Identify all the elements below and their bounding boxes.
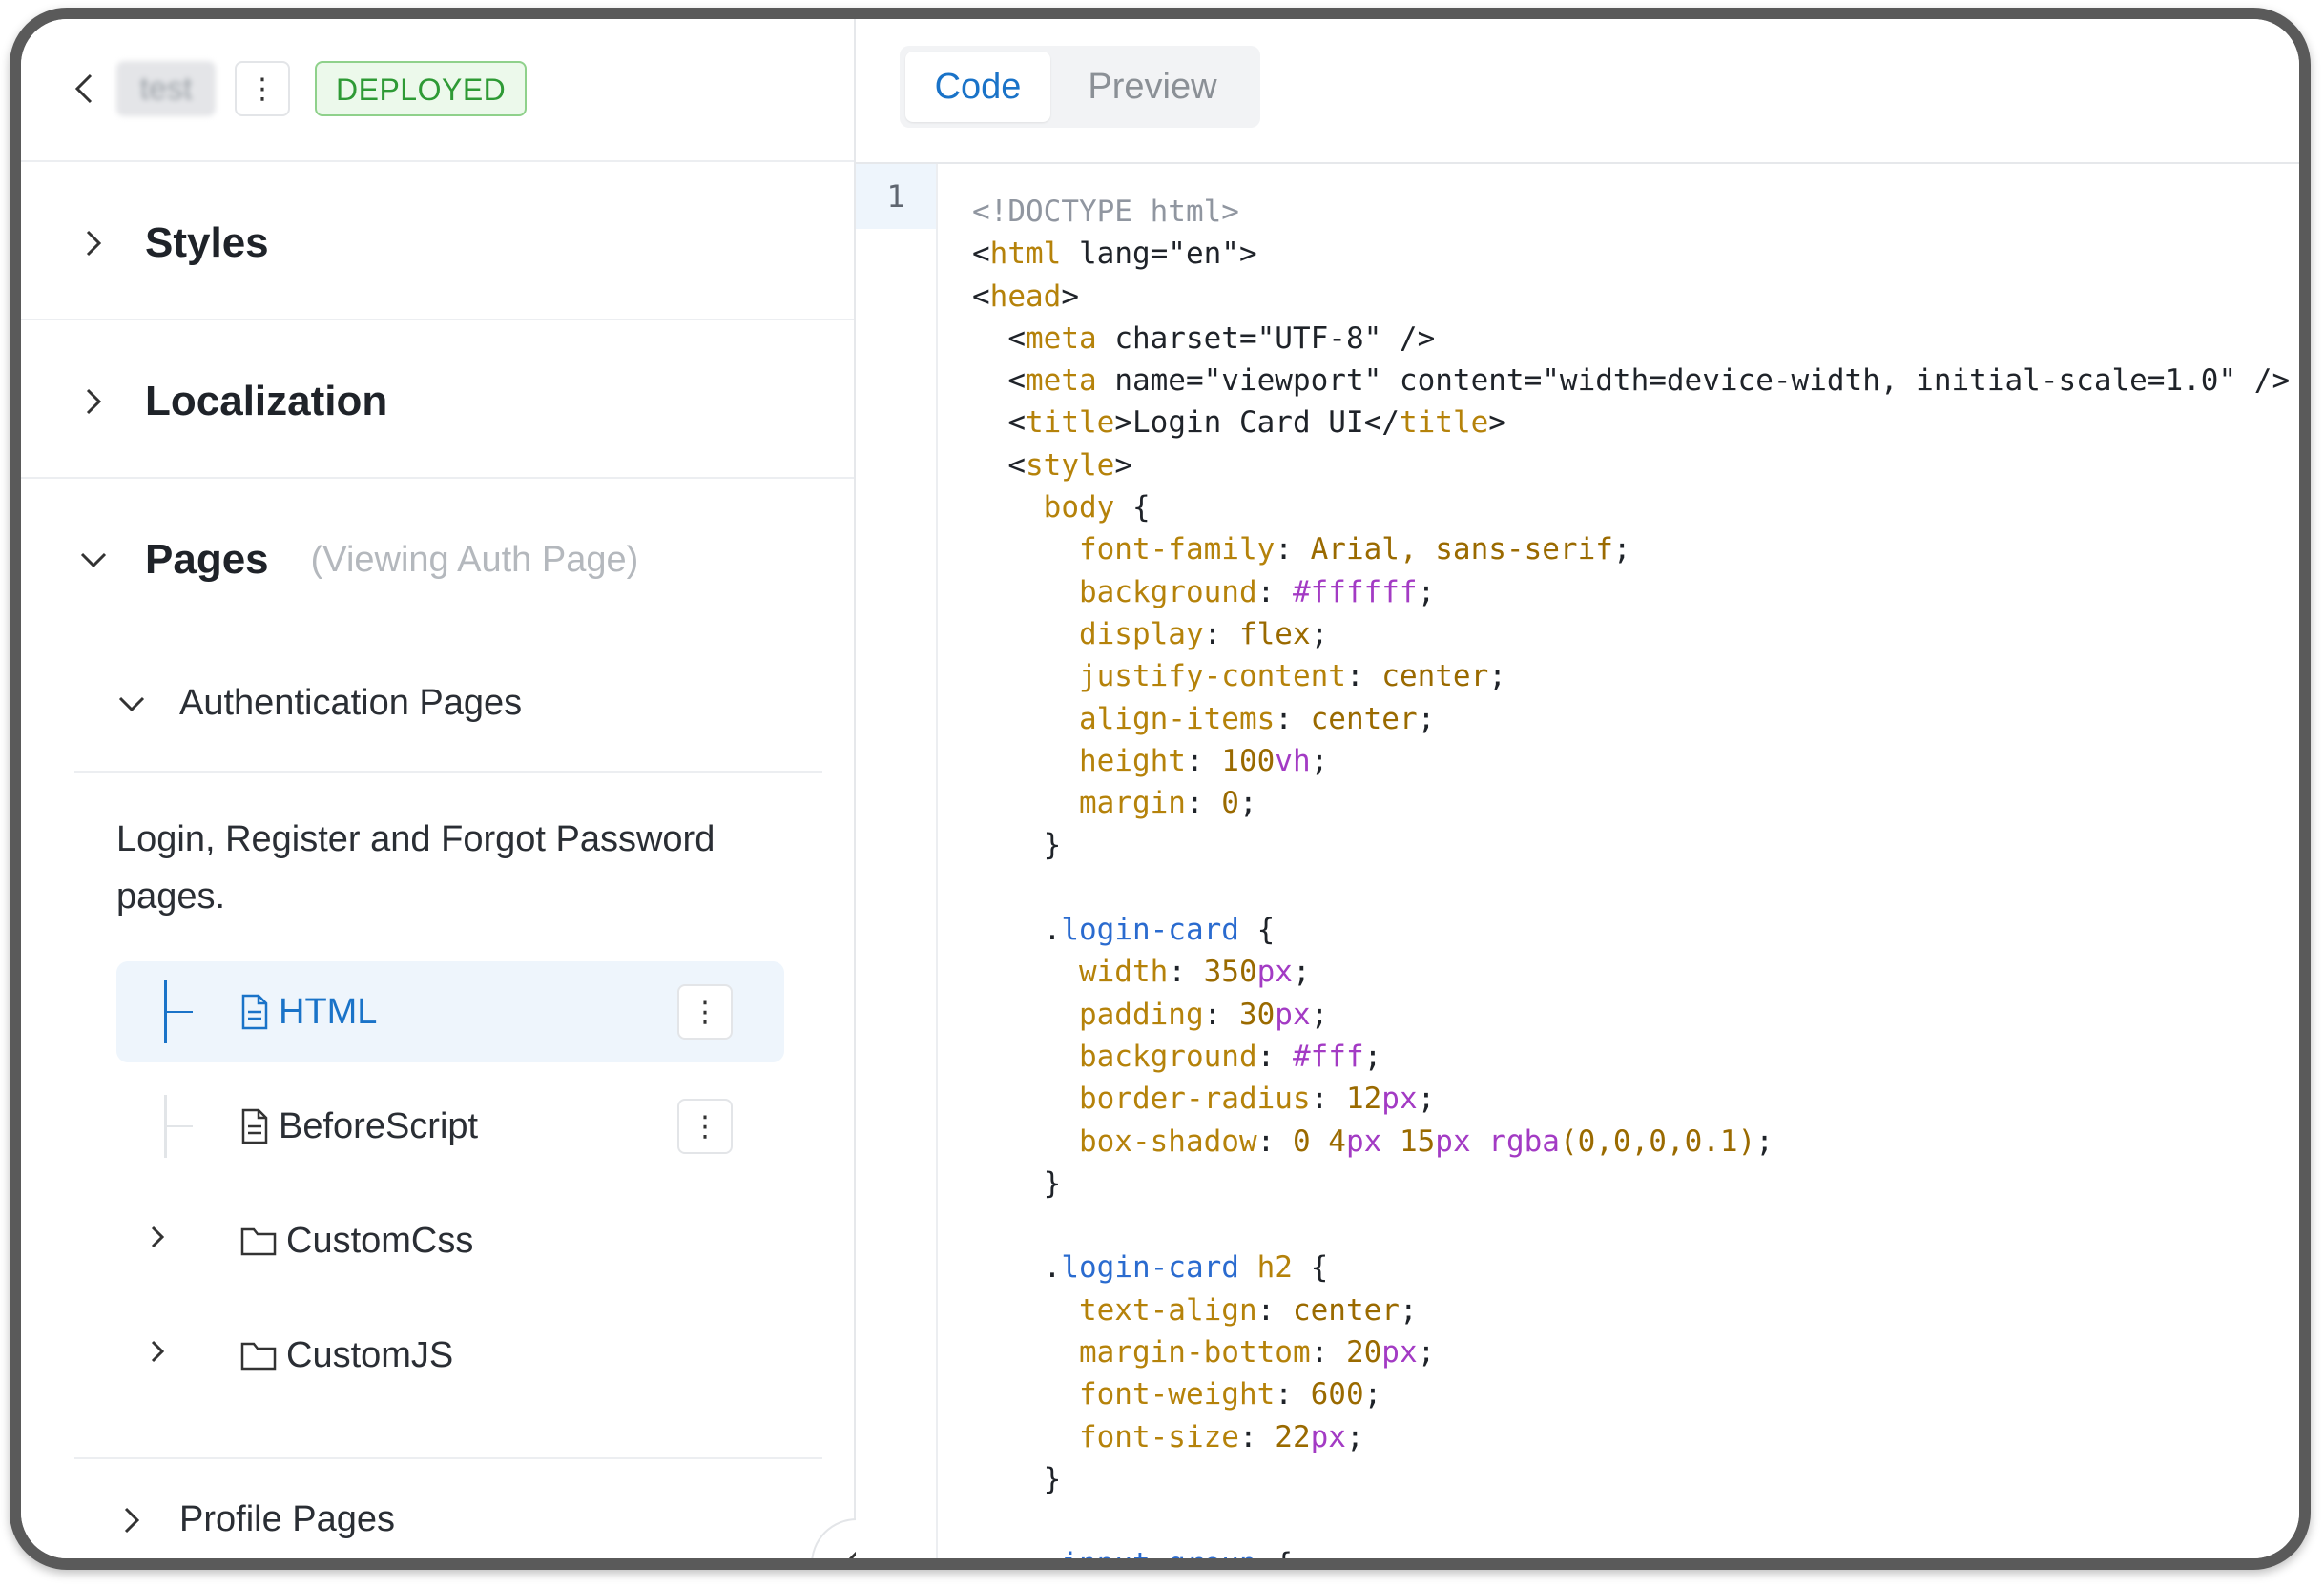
code-line: <meta name="viewport" content="width=dev… (1007, 363, 2291, 399)
section-localization: Localization (21, 320, 854, 479)
chevron-down-icon (113, 685, 151, 723)
section-title: Localization (145, 378, 388, 424)
tree-item-label: HTML (279, 991, 378, 1032)
code-line: <!DOCTYPE html> (972, 195, 1239, 229)
code-line: font-size: 22px; (1078, 1419, 1364, 1454)
code-line: margin-bottom: 20px; (1078, 1335, 1436, 1371)
line-number-gutter: 1 (856, 164, 938, 1558)
tree-item-beforescript[interactable]: BeforeScript ⋮ (116, 1076, 784, 1177)
code-line: <meta charset="UTF-8" /> (1007, 320, 1436, 356)
code-line: .login-card h2 { (1043, 1250, 1329, 1286)
tree-item-label: CustomJS (286, 1334, 454, 1375)
group-authentication-pages[interactable]: Authentication Pages (113, 683, 522, 724)
code-line: <style> (1007, 447, 1132, 483)
code-line: <head> (972, 278, 1079, 314)
code-line: box-shadow: 0 4px 15px rgba(0,0,0,0.1); (1078, 1123, 1774, 1159)
code-line: font-weight: 600; (1078, 1377, 1382, 1412)
tree-connector (164, 1125, 193, 1127)
chevron-right-icon (151, 1340, 165, 1363)
code-line: background: #ffffff; (1078, 574, 1436, 609)
line-number: 1 (886, 178, 905, 215)
section-localization-toggle[interactable]: Localization (74, 378, 387, 425)
view-tabs: Code Preview (900, 46, 1260, 128)
code-line: justify-content: center; (1078, 659, 1506, 694)
editor-panel: Code Preview 1 <!DOCTYPE html> <html lang… (856, 19, 2299, 1558)
group-description: Login, Register and Forgot Password page… (116, 819, 716, 917)
tab-preview[interactable]: Preview (1050, 52, 1255, 122)
section-styles: Styles (21, 162, 854, 320)
code-line: text-align: center; (1078, 1292, 1418, 1328)
tree-connector (164, 1011, 193, 1013)
tree-item-html[interactable]: HTML ⋮ (116, 961, 784, 1062)
more-vertical-icon: ⋮ (248, 72, 277, 105)
group-title: Authentication Pages (179, 683, 523, 723)
tree-item-customjs[interactable]: CustomJS (116, 1305, 784, 1406)
chevron-right-icon (151, 1226, 165, 1248)
code-line: } (972, 1461, 1062, 1496)
code-line: border-radius: 12px; (1078, 1082, 1436, 1117)
app-window: test ⋮ DEPLOYED Styles Localization Page… (10, 8, 2311, 1570)
more-vertical-icon: ⋮ (691, 996, 719, 1028)
item-menu-button[interactable]: ⋮ (677, 984, 733, 1040)
chevron-right-icon (74, 224, 113, 262)
editor-tabbar: Code Preview (856, 19, 2299, 164)
group-profile-pages[interactable]: Profile Pages (113, 1499, 395, 1540)
code-line: ​ (972, 1205, 2299, 1247)
sidebar-header: test ⋮ DEPLOYED (21, 19, 854, 162)
folder-icon (240, 1342, 277, 1371)
file-icon (241, 1108, 268, 1144)
code-line: } (972, 828, 1062, 863)
tree-item-customcss[interactable]: CustomCss (116, 1190, 784, 1291)
tree-item-label: BeforeScript (279, 1105, 479, 1146)
code-line: height: 100vh; (1078, 743, 1329, 778)
code-line: .input-group { (1043, 1546, 1293, 1570)
section-title: Pages (145, 536, 269, 583)
chevron-right-icon (113, 1501, 151, 1539)
chevron-left-icon (74, 73, 93, 104)
code-line: align-items: center; (1078, 701, 1436, 736)
code-line: ​ (972, 1500, 2299, 1542)
file-icon (241, 994, 268, 1030)
code-editor[interactable]: <!DOCTYPE html> <html lang="en"> <head> <m… (972, 191, 2299, 1558)
section-styles-toggle[interactable]: Styles (74, 219, 269, 267)
code-line: display: flex; (1078, 616, 1329, 651)
chevron-down-icon (74, 541, 113, 579)
folder-icon (240, 1227, 277, 1256)
code-line: width: 350px; (1078, 955, 1311, 990)
chevron-right-icon (74, 382, 113, 421)
project-name: test (116, 61, 216, 116)
code-line: } (972, 1165, 1062, 1201)
more-vertical-icon: ⋮ (691, 1110, 719, 1143)
status-badge: DEPLOYED (315, 61, 528, 116)
code-line: padding: 30px; (1078, 997, 1329, 1032)
tree-item-label: CustomCss (286, 1220, 474, 1261)
code-line: <html lang="en"> (972, 237, 1257, 272)
code-line: .login-card { (1043, 913, 1276, 948)
back-button[interactable] (65, 63, 103, 114)
code-line: <title>Login Card UI</title> (1007, 405, 1506, 441)
divider (74, 1457, 822, 1459)
divider (74, 771, 822, 773)
group-title: Profile Pages (179, 1499, 396, 1539)
project-menu-button[interactable]: ⋮ (235, 61, 290, 116)
item-menu-button[interactable]: ⋮ (677, 1099, 733, 1154)
code-line: font-family: Arial, sans-serif; (1078, 532, 1631, 567)
code-line: background: #fff; (1078, 1039, 1382, 1074)
tab-code[interactable]: Code (905, 52, 1050, 122)
code-line: body { (1043, 490, 1151, 526)
section-pages-toggle[interactable]: Pages (Viewing Auth Page) (74, 536, 638, 584)
code-line: ​ (972, 867, 2299, 909)
section-title: Styles (145, 219, 269, 266)
sidebar: test ⋮ DEPLOYED Styles Localization Page… (21, 19, 856, 1558)
section-note: (Viewing Auth Page) (310, 539, 639, 580)
code-line: margin: 0; (1078, 786, 1257, 821)
